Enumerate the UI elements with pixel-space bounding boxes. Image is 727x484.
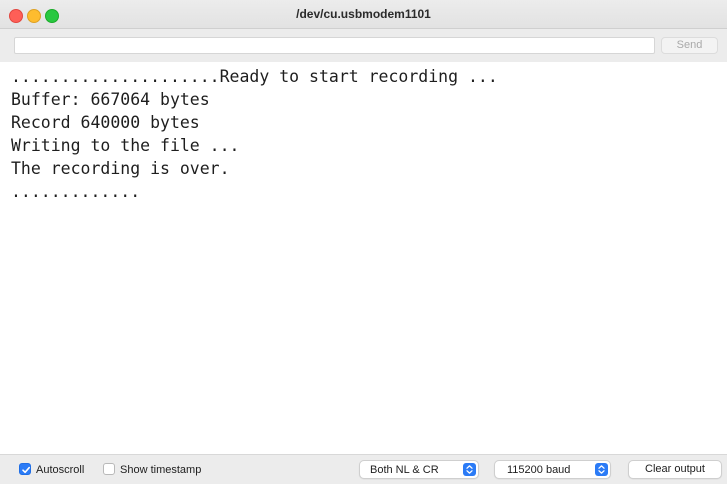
output-line: .....................Ready to start reco… xyxy=(11,67,498,86)
window-title: /dev/cu.usbmodem1101 xyxy=(296,7,431,21)
up-down-chevron-icon xyxy=(595,463,608,476)
bottom-toolbar: Autoscroll Show timestamp Both NL & CR 1… xyxy=(0,454,727,484)
output-line: Record 640000 bytes xyxy=(11,113,200,132)
output-line: Buffer: 667064 bytes xyxy=(11,90,210,109)
autoscroll-label[interactable]: Autoscroll xyxy=(36,464,84,476)
line-ending-select[interactable]: Both NL & CR xyxy=(359,460,479,479)
show-timestamp-label[interactable]: Show timestamp xyxy=(120,464,201,476)
up-down-chevron-icon xyxy=(463,463,476,476)
output-line: ............. xyxy=(11,182,141,201)
checkmark-icon xyxy=(22,466,30,474)
clear-output-button[interactable]: Clear output xyxy=(628,460,722,479)
serial-input-field[interactable] xyxy=(14,37,655,54)
send-row: Send xyxy=(0,29,727,62)
autoscroll-checkbox[interactable] xyxy=(19,463,31,475)
output-line: Writing to the file ... xyxy=(11,136,240,155)
baud-rate-select[interactable]: 115200 baud xyxy=(494,460,611,479)
show-timestamp-checkbox[interactable] xyxy=(103,463,115,475)
send-button[interactable]: Send xyxy=(661,37,718,54)
title-bar[interactable]: /dev/cu.usbmodem1101 xyxy=(0,0,727,29)
serial-monitor-window: /dev/cu.usbmodem1101 Send ..............… xyxy=(0,0,727,484)
baud-rate-value: 115200 baud xyxy=(507,464,571,476)
output-line: The recording is over. xyxy=(11,159,230,178)
line-ending-value: Both NL & CR xyxy=(370,464,439,476)
serial-output-area[interactable]: .....................Ready to start reco… xyxy=(0,62,727,454)
